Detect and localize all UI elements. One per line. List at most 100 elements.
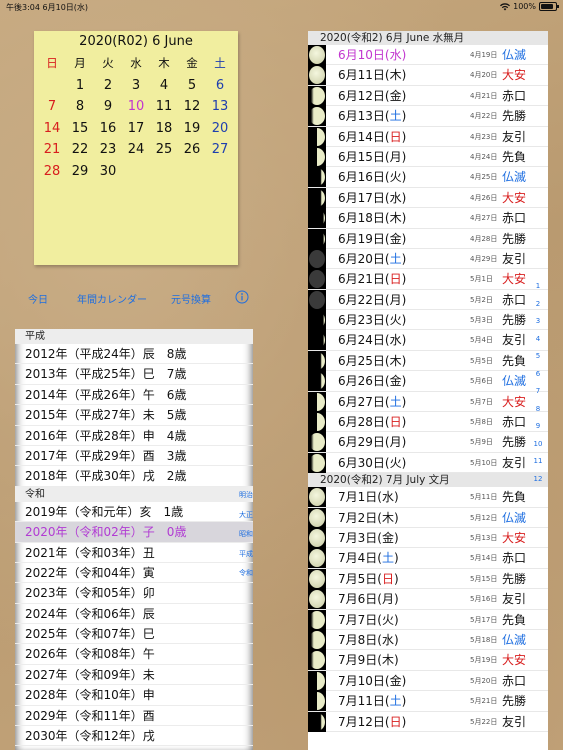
day-row[interactable]: 7月7日(火) 5月17日 先負 — [308, 609, 548, 630]
calendar-day[interactable]: 3 — [122, 75, 150, 97]
day-row[interactable]: 7月3日(金) 5月13日 大安 — [308, 527, 548, 549]
day-row[interactable]: 7月6日(月) 5月16日 友引 — [308, 589, 548, 610]
era-convert-button[interactable]: 元号換算 — [171, 291, 211, 306]
calendar-day[interactable]: 22 — [66, 139, 94, 161]
calendar-day[interactable]: 2 — [94, 75, 122, 97]
era-row[interactable]: 2013年（平成25年）巳 7歳 — [15, 364, 253, 385]
era-row[interactable]: 2017年（平成29年）酉 3歳 — [15, 446, 253, 467]
calendar-day[interactable]: 30 — [94, 161, 122, 183]
era-row[interactable]: 2020年（令和02年）子 0歳 — [15, 522, 253, 543]
year-calendar-button[interactable]: 年間カレンダー — [77, 291, 147, 306]
era-row[interactable]: 2024年（令和06年）辰 — [15, 604, 253, 625]
era-row[interactable]: 2030年（令和12年）戌 — [15, 726, 253, 747]
era-row[interactable]: 2014年（平成26年）午 6歳 — [15, 385, 253, 406]
calendar-day[interactable]: 9 — [94, 96, 122, 118]
era-row[interactable]: 2019年（令和元年）亥 1歳 — [15, 502, 253, 523]
day-row[interactable]: 6月22日(月) 5月2日 赤口 — [308, 289, 548, 311]
calendar-day[interactable]: 7 — [38, 96, 66, 118]
day-row[interactable]: 6月21日(日) 5月1日 大安 — [308, 269, 548, 290]
day-row[interactable]: 7月8日(水) 5月18日 仏滅 — [308, 629, 548, 651]
calendar-day[interactable]: 13 — [206, 96, 234, 118]
calendar-day[interactable]: 18 — [150, 118, 178, 140]
day-row[interactable]: 6月10日(水) 4月19日 仏滅 — [308, 45, 548, 66]
month-index-item[interactable]: 3 — [528, 317, 548, 335]
calendar-day[interactable]: 25 — [150, 139, 178, 161]
calendar-day[interactable]: 20 — [206, 118, 234, 140]
era-row[interactable]: 2028年（令和10年）申 — [15, 685, 253, 706]
day-row[interactable]: 6月11日(木) 4月20日 大安 — [308, 65, 548, 86]
calendar-day[interactable]: 27 — [206, 139, 234, 161]
calendar-day[interactable]: 11 — [150, 96, 178, 118]
month-index-item[interactable]: 12 — [528, 475, 548, 493]
day-row[interactable]: 6月27日(土) 5月7日 大安 — [308, 391, 548, 413]
day-row[interactable]: 6月24日(水) 5月4日 友引 — [308, 330, 548, 351]
day-row[interactable]: 7月2日(木) 5月12日 仏滅 — [308, 507, 548, 528]
day-row[interactable]: 7月5日(日) 5月15日 先勝 — [308, 568, 548, 590]
day-row[interactable]: 6月14日(日) 4月23日 友引 — [308, 126, 548, 147]
day-row[interactable]: 6月20日(土) 4月29日 友引 — [308, 248, 548, 270]
month-index-item[interactable]: 1 — [528, 282, 548, 300]
info-icon[interactable] — [235, 290, 249, 304]
calendar-day[interactable]: 5 — [178, 75, 206, 97]
calendar-day[interactable]: 19 — [178, 118, 206, 140]
day-row[interactable]: 6月12日(金) 4月21日 赤口 — [308, 85, 548, 107]
calendar-day[interactable]: 15 — [66, 118, 94, 140]
era-row[interactable]: 2022年（令和04年）寅 — [15, 563, 253, 584]
month-index-item[interactable]: 11 — [528, 457, 548, 475]
day-row[interactable]: 6月17日(水) 4月26日 大安 — [308, 187, 548, 209]
month-index-item[interactable]: 8 — [528, 405, 548, 423]
day-row[interactable]: 7月1日(水) 5月11日 先負 — [308, 487, 548, 508]
today-button[interactable]: 今日 — [28, 291, 48, 306]
day-row[interactable]: 7月10日(金) 5月20日 赤口 — [308, 670, 548, 692]
month-index-item[interactable]: 2 — [528, 300, 548, 318]
calendar-day[interactable]: 29 — [66, 161, 94, 183]
calendar-day[interactable]: 1 — [66, 75, 94, 97]
month-index-item[interactable]: 5 — [528, 352, 548, 370]
calendar-day[interactable]: 17 — [122, 118, 150, 140]
day-row[interactable]: 6月13日(土) 4月22日 先勝 — [308, 106, 548, 127]
day-row[interactable]: 6月29日(月) 5月9日 先勝 — [308, 432, 548, 453]
day-list[interactable]: 2020(令和2) 6月 June 水無月 6月10日(水) 4月19日 仏滅 6月11… — [308, 31, 548, 750]
calendar-day[interactable]: 10 — [122, 96, 150, 118]
day-row[interactable]: 6月25日(木) 5月5日 先負 — [308, 350, 548, 372]
day-row[interactable]: 6月30日(火) 5月10日 友引 — [308, 452, 548, 474]
day-row[interactable]: 6月15日(月) 4月24日 先負 — [308, 146, 548, 168]
calendar-day[interactable]: 28 — [38, 161, 66, 183]
era-row[interactable]: 2015年（平成27年）未 5歳 — [15, 405, 253, 426]
era-index-item[interactable]: 平成 — [233, 550, 259, 570]
era-year-list[interactable]: 平成 2012年（平成24年）辰 8歳 2013年（平成25年）巳 7歳 2014年（… — [15, 329, 253, 750]
calendar-day[interactable]: 8 — [66, 96, 94, 118]
era-row[interactable]: 2012年（平成24年）辰 8歳 — [15, 344, 253, 365]
day-row[interactable]: 6月26日(金) 5月6日 仏滅 — [308, 371, 548, 392]
era-index-item[interactable]: 令和 — [233, 569, 259, 589]
calendar-day[interactable]: 24 — [122, 139, 150, 161]
day-row[interactable]: 7月12日(日) 5月22日 友引 — [308, 711, 548, 732]
month-index-item[interactable]: 7 — [528, 387, 548, 405]
era-row[interactable]: 2021年（令和03年）丑 — [15, 543, 253, 563]
calendar-day[interactable]: 26 — [178, 139, 206, 161]
calendar-day[interactable]: 14 — [38, 118, 66, 140]
day-row[interactable]: 7月9日(木) 5月19日 大安 — [308, 650, 548, 671]
month-index-item[interactable]: 6 — [528, 370, 548, 388]
month-index-item[interactable]: 9 — [528, 422, 548, 440]
day-row[interactable]: 6月28日(日) 5月8日 赤口 — [308, 412, 548, 433]
era-row[interactable]: 2029年（令和11年）酉 — [15, 706, 253, 727]
era-index-item[interactable]: 大正 — [233, 511, 259, 531]
calendar-day[interactable]: 21 — [38, 139, 66, 161]
calendar-day[interactable]: 4 — [150, 75, 178, 97]
era-row[interactable]: 2016年（平成28年）申 4歳 — [15, 426, 253, 446]
era-row[interactable]: 2026年（令和08年）午 — [15, 644, 253, 665]
era-index-item[interactable]: 明治 — [233, 491, 259, 511]
era-row[interactable]: 2023年（令和05年）卯 — [15, 583, 253, 604]
day-row[interactable]: 7月4日(土) 5月14日 赤口 — [308, 548, 548, 569]
day-row[interactable]: 7月11日(土) 5月21日 先勝 — [308, 691, 548, 712]
calendar-day[interactable]: 16 — [94, 118, 122, 140]
day-row[interactable]: 6月16日(火) 4月25日 仏滅 — [308, 167, 548, 188]
month-index-item[interactable]: 10 — [528, 440, 548, 458]
era-row[interactable]: 2025年（令和07年）巳 — [15, 624, 253, 645]
calendar-day[interactable]: 6 — [206, 75, 234, 97]
calendar-day[interactable]: 23 — [94, 139, 122, 161]
calendar-day[interactable]: 12 — [178, 96, 206, 118]
day-row[interactable]: 6月23日(火) 5月3日 先勝 — [308, 310, 548, 331]
era-row[interactable]: 2027年（令和09年）未 — [15, 665, 253, 686]
